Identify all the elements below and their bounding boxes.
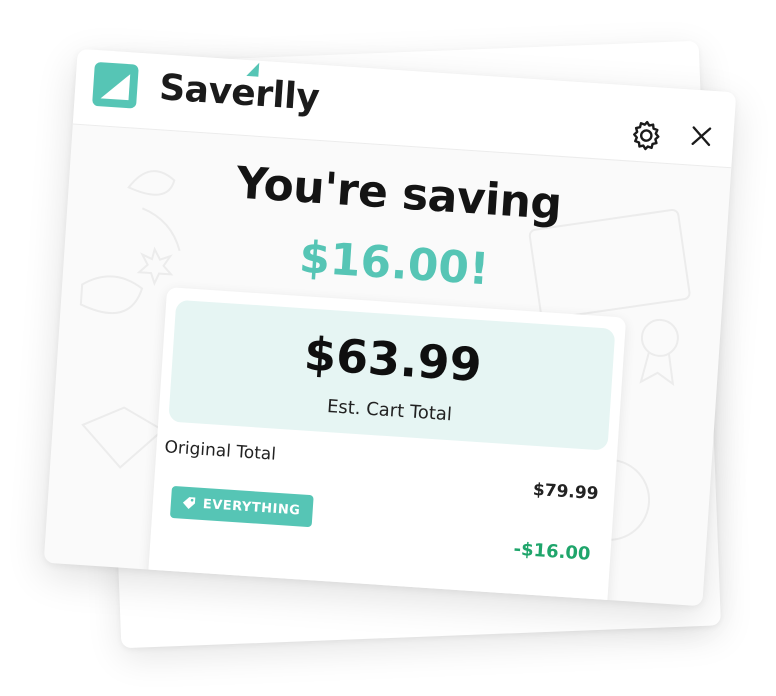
- original-total-value: $79.99: [532, 479, 600, 505]
- logo-icon: [92, 61, 139, 109]
- brand-accent-mark: [246, 61, 260, 77]
- cart-summary-card: $63.99 Est. Cart Total Original Total $7…: [147, 287, 627, 607]
- original-total-label: Original Total: [163, 437, 277, 465]
- cart-total-value: $63.99: [302, 326, 484, 393]
- close-icon[interactable]: [686, 121, 716, 151]
- cart-total-box: $63.99 Est. Cart Total: [168, 299, 616, 451]
- coupon-badge: EVERYTHING: [169, 485, 314, 528]
- discount-value: -$16.00: [512, 538, 592, 565]
- savings-popup: Saverlly You're saving $16.00! $63.99 Es…: [43, 48, 737, 607]
- coupon-code: EVERYTHING: [202, 496, 301, 518]
- brand-name: Saverlly: [158, 67, 321, 119]
- tag-icon: [182, 497, 196, 510]
- gear-icon[interactable]: [628, 117, 664, 153]
